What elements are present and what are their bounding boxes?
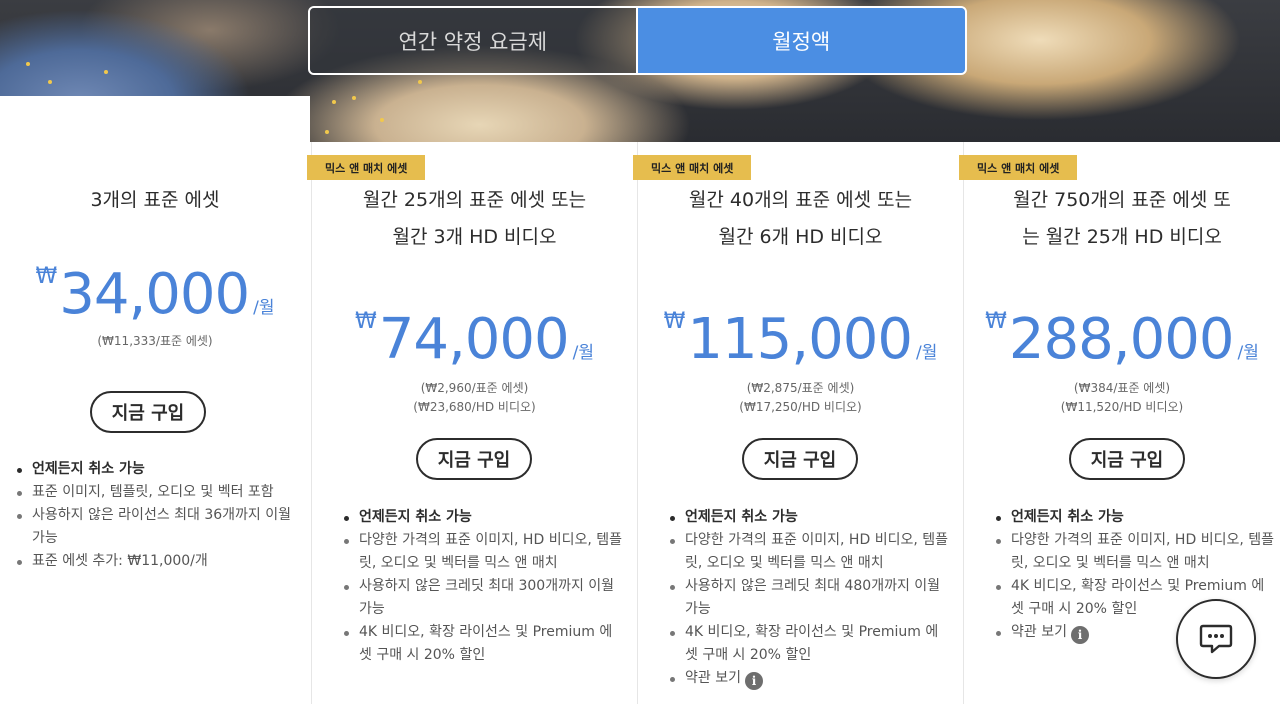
mix-match-badge: 믹스 앤 매치 에셋 <box>633 155 752 180</box>
feature-item: 표준 에셋 추가: ₩11,000/개 <box>15 550 300 573</box>
feature-item: 언제든지 취소 가능 <box>15 458 300 481</box>
feature-item: 다양한 가격의 표준 이미지, HD 비디오, 템플릿, 오디오 및 벡터를 믹… <box>994 529 1276 575</box>
mix-match-badge: 믹스 앤 매치 에셋 <box>307 155 426 180</box>
currency-symbol: ₩ <box>35 264 58 289</box>
plan-card-40-assets: 믹스 앤 매치 에셋 월간 40개의 표준 에셋 또는 월간 6개 HD 비디오… <box>633 142 963 704</box>
info-icon[interactable]: i <box>744 672 763 690</box>
annual-plan-tab[interactable]: 연간 약정 요금제 <box>310 8 638 73</box>
monthly-plan-tab[interactable]: 월정액 <box>637 8 965 73</box>
plan-title: 3개의 표준 에셋 <box>90 189 220 211</box>
unit-price: (₩2,875/표준 에셋) <box>746 381 855 395</box>
view-terms-label[interactable]: 약관 보기 <box>685 670 741 686</box>
feature-item: 사용하지 않은 크레딧 최대 300개까지 이월 가능 <box>342 575 622 621</box>
plan-card-25-assets: 믹스 앤 매치 에셋 월간 25개의 표준 에셋 또는 월간 3개 HD 비디오… <box>307 142 637 704</box>
feature-list: 언제든지 취소 가능 다양한 가격의 표준 이미지, HD 비디오, 템플릿, … <box>342 506 622 667</box>
unit-price-list: (₩2,875/표준 에셋) (₩17,250/HD 비디오) <box>638 379 963 417</box>
info-icon[interactable]: i <box>1070 626 1089 644</box>
unit-price: (₩23,680/HD 비디오) <box>413 400 536 414</box>
feature-item: 언제든지 취소 가능 <box>668 506 948 529</box>
unit-price-list: (₩384/표준 에셋) (₩11,520/HD 비디오) <box>964 379 1280 417</box>
view-terms-label[interactable]: 약관 보기 <box>1011 624 1067 640</box>
feature-item: 사용하지 않은 크레딧 최대 480개까지 이월 가능 <box>668 575 948 621</box>
price-period: /월 <box>572 343 595 363</box>
feature-item: 사용하지 않은 라이선스 최대 36개까지 이월 가능 <box>15 504 300 550</box>
plan-title: 월간 750개의 표준 에셋 또는 월간 25개 HD 비디오 <box>1013 189 1231 248</box>
unit-price: (₩2,960/표준 에셋) <box>420 381 529 395</box>
currency-symbol: ₩ <box>985 309 1007 334</box>
buy-now-button[interactable]: 지금 구입 <box>1069 438 1185 480</box>
price-amount: 34,000 <box>59 262 250 327</box>
billing-toggle: 연간 약정 요금제 월정액 <box>308 6 967 75</box>
unit-price: (₩384/표준 에셋) <box>1073 381 1171 395</box>
price-amount: 288,000 <box>1008 307 1235 372</box>
feature-list: 언제든지 취소 가능 표준 이미지, 템플릿, 오디오 및 벡터 포함 사용하지… <box>15 458 300 573</box>
unit-price: (₩17,250/HD 비디오) <box>739 400 862 414</box>
plan-price: ₩288,000/월 <box>964 307 1280 372</box>
buy-now-button[interactable]: 지금 구입 <box>416 438 532 480</box>
price-period: /월 <box>915 343 938 363</box>
feature-item: 4K 비디오, 확장 라이선스 및 Premium 에셋 구매 시 20% 할인 <box>668 621 948 667</box>
plan-price: ₩74,000/월 <box>312 307 637 372</box>
unit-price: (₩11,520/HD 비디오) <box>1060 400 1184 414</box>
price-period: /월 <box>1237 343 1259 363</box>
feature-item: 다양한 가격의 표준 이미지, HD 비디오, 템플릿, 오디오 및 벡터를 믹… <box>668 529 948 575</box>
unit-price: (₩11,333/표준 에셋) <box>97 334 213 348</box>
unit-price-list: (₩11,333/표준 에셋) <box>0 332 310 351</box>
currency-symbol: ₩ <box>354 309 377 334</box>
plan-title: 월간 25개의 표준 에셋 또는 월간 3개 HD 비디오 <box>362 189 587 248</box>
buy-now-button[interactable]: 지금 구입 <box>742 438 858 480</box>
chat-bubble-icon <box>1199 624 1233 654</box>
feature-item: 다양한 가격의 표준 이미지, HD 비디오, 템플릿, 오디오 및 벡터를 믹… <box>342 529 622 575</box>
chat-button[interactable] <box>1176 599 1256 679</box>
unit-price-list: (₩2,960/표준 에셋) (₩23,680/HD 비디오) <box>312 379 637 417</box>
plan-price: ₩34,000/월 <box>0 262 310 327</box>
price-period: /월 <box>253 298 275 318</box>
buy-now-button[interactable]: 지금 구입 <box>90 391 206 433</box>
view-terms-link[interactable]: 약관 보기 i <box>668 667 948 690</box>
feature-list: 언제든지 취소 가능 다양한 가격의 표준 이미지, HD 비디오, 템플릿, … <box>668 506 948 690</box>
feature-item: 표준 이미지, 템플릿, 오디오 및 벡터 포함 <box>15 481 300 504</box>
price-amount: 74,000 <box>378 307 570 372</box>
plan-card-3-assets: 3개의 표준 에셋 ₩34,000/월 (₩11,333/표준 에셋) 지금 구… <box>0 142 310 704</box>
feature-item: 언제든지 취소 가능 <box>342 506 622 529</box>
mix-match-badge: 믹스 앤 매치 에셋 <box>959 155 1078 180</box>
plan-price: ₩115,000/월 <box>638 307 963 372</box>
currency-symbol: ₩ <box>663 309 686 334</box>
plan-title: 월간 40개의 표준 에셋 또는 월간 6개 HD 비디오 <box>688 189 913 248</box>
price-amount: 115,000 <box>687 307 913 372</box>
feature-item: 4K 비디오, 확장 라이선스 및 Premium 에셋 구매 시 20% 할인 <box>342 621 622 667</box>
feature-item: 언제든지 취소 가능 <box>994 506 1276 529</box>
